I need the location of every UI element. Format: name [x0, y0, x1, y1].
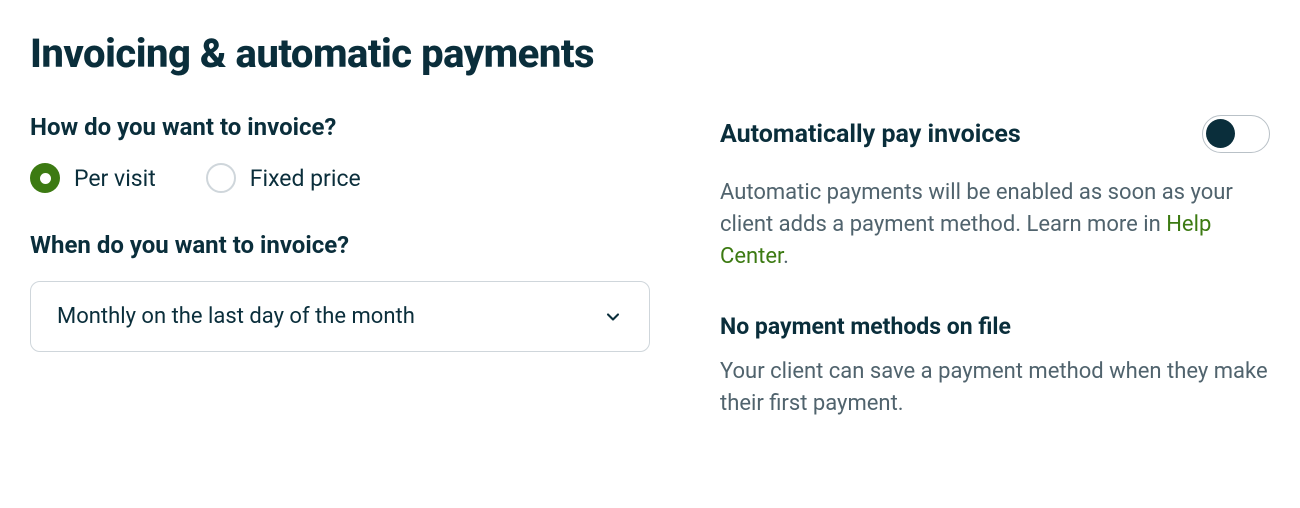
how-invoice-label: How do you want to invoice?	[30, 113, 650, 141]
radio-fixed-price-label: Fixed price	[250, 165, 361, 192]
when-invoice-label: When do you want to invoice?	[30, 231, 650, 259]
auto-pay-toggle-label: Automatically pay invoices	[720, 120, 1021, 149]
when-invoice-value: Monthly on the last day of the month	[57, 304, 415, 329]
radio-per-visit-circle	[30, 163, 60, 193]
radio-fixed-price-circle	[206, 163, 236, 193]
when-invoice-select[interactable]: Monthly on the last day of the month	[30, 281, 650, 352]
page-title: Invoicing & automatic payments	[30, 30, 1270, 77]
chevron-down-icon	[603, 307, 623, 327]
radio-per-visit-label: Per visit	[74, 165, 156, 192]
no-payment-methods-heading: No payment methods on file	[720, 313, 1270, 340]
invoice-method-radio-group: Per visit Fixed price	[30, 163, 650, 193]
auto-pay-description: Automatic payments will be enabled as so…	[720, 177, 1270, 273]
radio-fixed-price[interactable]: Fixed price	[206, 163, 361, 193]
no-payment-methods-body: Your client can save a payment method wh…	[720, 356, 1270, 420]
radio-per-visit[interactable]: Per visit	[30, 163, 156, 193]
toggle-knob	[1206, 119, 1235, 148]
auto-pay-toggle[interactable]	[1202, 115, 1270, 153]
